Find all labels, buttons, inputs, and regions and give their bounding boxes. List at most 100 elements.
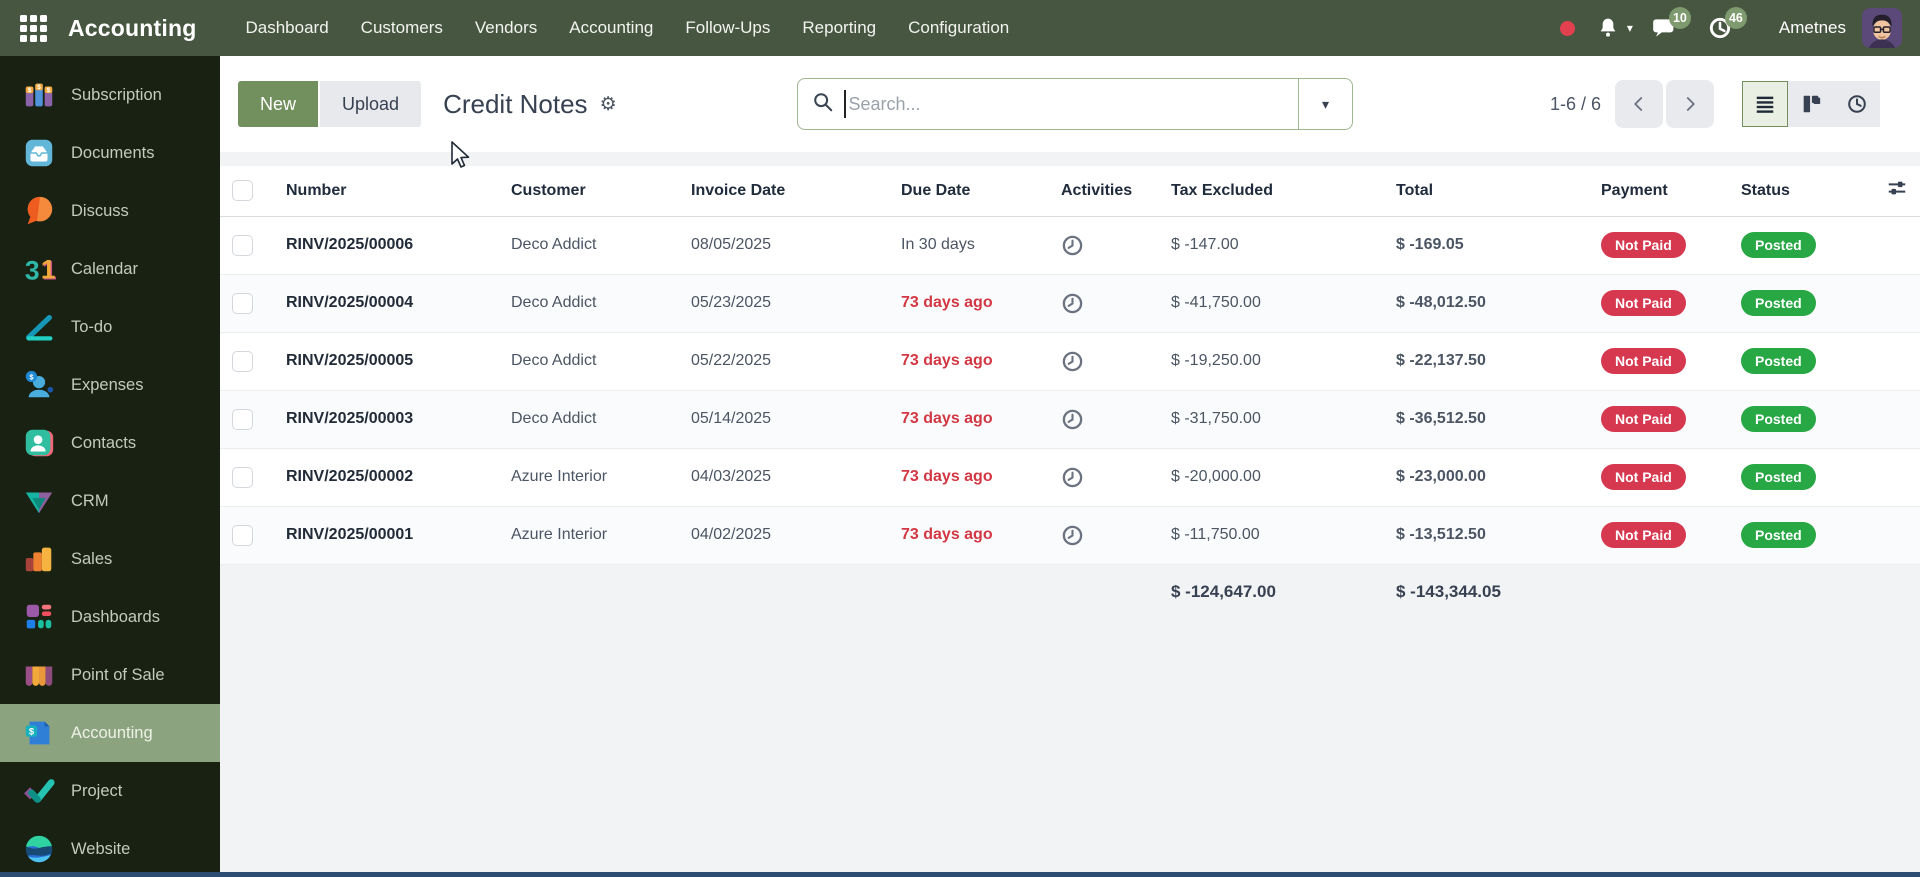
menu-follow-ups[interactable]: Follow-Ups [672,9,783,47]
app-brand[interactable]: Accounting [68,15,197,42]
app-sidebar: $ $ $ Subscription Documents Discuss 311 C… [0,56,220,872]
new-button[interactable]: New [238,81,319,127]
documents-app-icon [22,136,56,170]
sidebar-label: Project [71,781,123,800]
messages-count-badge: 10 [1668,7,1691,29]
kanban-view-icon [1803,95,1821,113]
chevron-left-icon [1634,97,1643,111]
expenses-app-icon: $ [22,368,56,402]
table-row[interactable]: RINV/2025/00006 Deco Addict 08/05/2025 I… [220,216,1920,275]
crm-app-icon [22,484,56,518]
sidebar-item-expenses[interactable]: $ Expenses [0,356,220,414]
row-checkbox[interactable] [232,350,253,372]
menu-customers[interactable]: Customers [348,9,456,47]
total-cell: $ -22,137.50 [1384,332,1589,391]
table-row[interactable]: RINV/2025/00001 Azure Interior 04/02/202… [220,506,1920,565]
row-checkbox[interactable] [232,466,253,488]
payment-status-badge: Not Paid [1601,406,1686,432]
menu-dashboard[interactable]: Dashboard [233,9,342,47]
pager-next-button[interactable] [1666,80,1714,128]
chevron-right-icon [1686,97,1695,111]
customer-cell: Azure Interior [499,448,679,507]
table-row[interactable]: RINV/2025/00003 Deco Addict 05/14/2025 7… [220,390,1920,449]
schedule-activity-icon[interactable] [1061,234,1147,257]
tax-excluded-cell: $ -31,750.00 [1159,390,1384,449]
column-header-activities[interactable]: Activities [1049,166,1159,217]
invoice-date-cell: 08/05/2025 [679,216,889,275]
caret-down-icon: ▾ [1321,95,1330,112]
optional-columns-icon[interactable] [1886,181,1908,203]
sidebar-item-point-of-sale[interactable]: Point of Sale [0,646,220,704]
column-header-customer[interactable]: Customer [499,166,679,217]
credit-note-number: RINV/2025/00001 [286,526,414,543]
sidebar-item-dashboards[interactable]: Dashboards [0,588,220,646]
pager-previous-button[interactable] [1615,80,1663,128]
column-header-status[interactable]: Status [1729,166,1864,217]
sidebar-item-discuss[interactable]: Discuss [0,182,220,240]
status-badge: Posted [1741,464,1816,490]
top-menu: Dashboard Customers Vendors Accounting F… [233,9,1023,47]
activities-button[interactable]: 46 [1705,7,1747,43]
column-header-tax-excluded[interactable]: Tax Excluded [1159,166,1384,217]
accounting-app-icon: $ [22,716,56,750]
customer-cell: Deco Addict [499,390,679,449]
tax-excluded-total: $ -124,647.00 [1171,582,1276,602]
schedule-activity-icon[interactable] [1061,466,1147,489]
kanban-view-button[interactable] [1788,81,1834,127]
column-header-number[interactable]: Number [274,166,499,217]
column-header-invoice-date[interactable]: Invoice Date [679,166,889,217]
sidebar-item-sales[interactable]: Sales [0,530,220,588]
apps-grid-icon[interactable] [16,11,50,45]
sidebar-item-todo[interactable]: To-do [0,298,220,356]
schedule-activity-icon[interactable] [1061,524,1147,547]
messages-button[interactable]: 10 [1649,7,1691,43]
sidebar-item-accounting[interactable]: $ Accounting [0,704,220,762]
sidebar-item-documents[interactable]: Documents [0,124,220,182]
table-row[interactable]: RINV/2025/00005 Deco Addict 05/22/2025 7… [220,332,1920,391]
sidebar-item-website[interactable]: Website [0,820,220,877]
column-header-total[interactable]: Total [1384,166,1589,217]
subscription-app-icon: $ $ $ [22,78,56,112]
row-checkbox[interactable] [232,408,253,430]
schedule-activity-icon[interactable] [1061,292,1147,315]
status-badge: Posted [1741,348,1816,374]
sidebar-item-contacts[interactable]: Contacts [0,414,220,472]
status-badge: Posted [1741,522,1816,548]
menu-vendors[interactable]: Vendors [462,9,550,47]
row-checkbox[interactable] [232,524,253,546]
page-title: Credit Notes [443,88,588,119]
menu-reporting[interactable]: Reporting [789,9,889,47]
table-row[interactable]: RINV/2025/00004 Deco Addict 05/23/2025 7… [220,274,1920,333]
sidebar-label: To-do [71,317,113,336]
sidebar-item-subscription[interactable]: $ $ $ Subscription [0,66,220,124]
schedule-activity-icon[interactable] [1061,408,1147,431]
total-cell: $ -36,512.50 [1384,390,1589,449]
total-cell: $ -48,012.50 [1384,274,1589,333]
menu-accounting[interactable]: Accounting [556,9,666,47]
search-options-toggle[interactable]: ▾ [1298,79,1352,129]
sidebar-label: Subscription [71,85,162,104]
sidebar-item-project[interactable]: Project [0,762,220,820]
notifications-button[interactable]: ▾ [1593,13,1633,43]
user-name[interactable]: Ametnes [1779,18,1846,38]
contacts-app-icon [22,426,56,460]
invoice-date-cell: 04/03/2025 [679,448,889,507]
gear-icon[interactable]: ⚙ [600,93,617,116]
column-header-payment[interactable]: Payment [1589,166,1729,217]
column-header-due-date[interactable]: Due Date [889,166,1049,217]
list-view-button[interactable] [1742,81,1788,127]
user-avatar[interactable] [1862,8,1902,48]
activity-view-button[interactable] [1834,81,1880,127]
menu-configuration[interactable]: Configuration [895,9,1022,47]
row-checkbox[interactable] [232,292,253,314]
schedule-activity-icon[interactable] [1061,350,1147,373]
select-all-checkbox[interactable] [232,180,253,202]
search-input[interactable] [848,93,1298,115]
table-row[interactable]: RINV/2025/00002 Azure Interior 04/03/202… [220,448,1920,507]
sidebar-item-calendar[interactable]: 311 Calendar [0,240,220,298]
row-checkbox[interactable] [232,234,253,256]
upload-button[interactable]: Upload [320,81,422,127]
tax-excluded-cell: $ -11,750.00 [1159,506,1384,565]
sidebar-label: Website [71,839,131,858]
sidebar-item-crm[interactable]: CRM [0,472,220,530]
